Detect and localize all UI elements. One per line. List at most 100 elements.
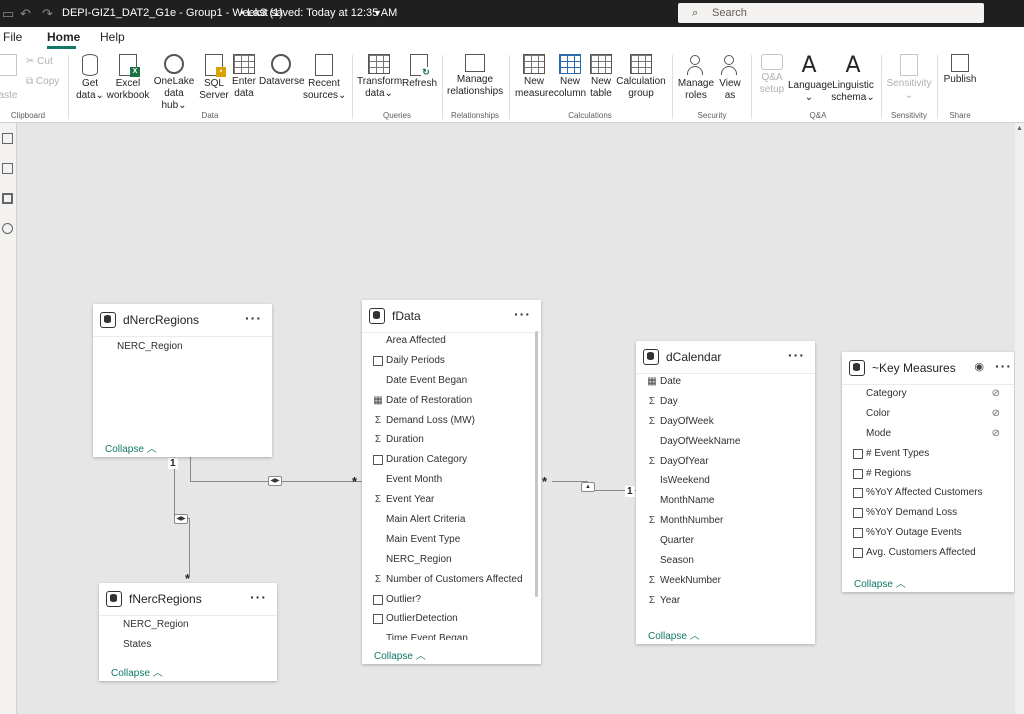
field-row[interactable]: ▦ Date	[636, 372, 815, 392]
field-row[interactable]: Σ Number of Customers Affected	[362, 570, 541, 590]
field-row[interactable]: Σ Demand Loss (MW)	[362, 411, 541, 431]
field-row[interactable]: Event Month	[362, 470, 541, 490]
dax-query-icon[interactable]	[2, 223, 13, 234]
scroll-up-icon[interactable]: ▲	[1016, 125, 1023, 132]
manage-roles-button[interactable]: Manage roles	[677, 54, 715, 102]
field-list-scrollbar[interactable]	[535, 331, 538, 597]
relationship-line[interactable]	[190, 457, 191, 482]
copy-button[interactable]: ⧉ Copy	[26, 76, 59, 88]
field-row[interactable]: Avg. Customers Affected	[842, 543, 1014, 563]
redo-icon[interactable]: ↷	[42, 0, 53, 27]
bidirectional-filter-icon[interactable]: ◀▶	[268, 476, 282, 486]
manage-relationships-button[interactable]: Manage relationships	[447, 54, 503, 98]
collapse-link[interactable]: Collapse ︿	[111, 664, 163, 679]
field-row[interactable]: Main Event Type	[362, 530, 541, 550]
get-data-button[interactable]: Get data⌄	[76, 54, 104, 102]
field-row[interactable]: %YoY Demand Loss	[842, 503, 1014, 523]
collapse-link[interactable]: Collapse ︿	[105, 440, 157, 455]
field-row[interactable]: States	[99, 635, 277, 655]
field-row[interactable]: MonthName	[636, 491, 815, 511]
recent-sources-button[interactable]: Recent sources⌄	[303, 54, 346, 102]
collapse-link[interactable]: Collapse ︿	[374, 647, 426, 662]
field-row[interactable]: Mode ⊘	[842, 424, 1014, 444]
onelake-button[interactable]: OneLake data hub⌄	[151, 54, 197, 112]
refresh-button[interactable]: ↻ Refresh	[402, 54, 437, 90]
field-row[interactable]: Σ Year	[636, 591, 815, 611]
field-row[interactable]: Duration Category	[362, 450, 541, 470]
table-header[interactable]: fData ···	[362, 300, 541, 333]
table-header[interactable]: dCalendar ···	[636, 341, 815, 374]
collapse-link[interactable]: Collapse ︿	[854, 575, 906, 590]
cut-button[interactable]: ✂ Cut	[26, 56, 53, 68]
menu-help[interactable]: Help	[100, 30, 125, 44]
field-row[interactable]: Quarter	[636, 531, 815, 551]
calculation-group-button[interactable]: Calculation group	[616, 54, 666, 100]
sql-server-button[interactable]: ▪ SQL Server	[199, 54, 229, 102]
model-canvas[interactable]: ◀▶ * 1 ◀▶ * * ▲ 1 dNercRegions ··· NERC_…	[17, 123, 1024, 714]
hidden-eye-icon[interactable]: ⊘	[992, 404, 1000, 424]
table-card-fdata[interactable]: fData ··· Area Affected Daily Periods Date…	[362, 300, 541, 664]
new-table-button[interactable]: New table	[588, 54, 614, 100]
field-row[interactable]: Season	[636, 551, 815, 571]
field-row[interactable]: Date Event Began	[362, 371, 541, 391]
field-row[interactable]: Color ⊘	[842, 404, 1014, 424]
field-row[interactable]: Σ WeekNumber	[636, 571, 815, 591]
menu-file[interactable]: File	[3, 30, 22, 44]
more-options-icon[interactable]: ···	[250, 589, 267, 605]
transform-data-button[interactable]: Transform data⌄	[357, 54, 402, 100]
table-card-dcalendar[interactable]: dCalendar ··· ▦ Date Σ Day Σ DayOfWeek DayOfWe…	[636, 341, 815, 644]
field-row[interactable]: # Regions	[842, 464, 1014, 484]
undo-icon[interactable]: ↶	[20, 0, 31, 27]
hidden-eye-icon[interactable]: ⊘	[992, 384, 1000, 404]
more-options-icon[interactable]: ···	[788, 347, 805, 363]
field-row[interactable]: NERC_Region	[362, 550, 541, 570]
field-row[interactable]: Σ Duration	[362, 430, 541, 450]
new-measure-button[interactable]: New measure	[515, 54, 554, 100]
report-view-icon[interactable]	[2, 133, 13, 144]
more-options-icon[interactable]: ···	[514, 306, 531, 322]
dataverse-button[interactable]: Dataverse	[259, 54, 305, 88]
field-row[interactable]: Σ Day	[636, 392, 815, 412]
field-row[interactable]: Σ DayOfWeek	[636, 412, 815, 432]
publish-button[interactable]: Publish	[942, 54, 978, 86]
field-row[interactable]: ▦ Date of Restoration	[362, 391, 541, 411]
bidirectional-filter-icon[interactable]: ◀▶	[174, 514, 188, 524]
language-button[interactable]: A Language ⌄	[788, 54, 833, 104]
field-row[interactable]: Outlier?	[362, 590, 541, 610]
sensitivity-button[interactable]: Sensitivity ⌄	[886, 54, 932, 102]
table-header[interactable]: fNercRegions ···	[99, 583, 277, 616]
table-card-dnercregions[interactable]: dNercRegions ··· NERC_Region Collapse ︿	[93, 304, 272, 457]
field-row[interactable]: Σ DayOfYear	[636, 452, 815, 472]
menu-home[interactable]: Home	[47, 30, 80, 44]
hidden-eye-icon[interactable]: ⊘	[992, 424, 1000, 444]
relationship-line[interactable]	[189, 518, 190, 575]
field-row[interactable]: Area Affected	[362, 331, 541, 351]
qa-setup-button[interactable]: Q&A setup	[757, 54, 787, 96]
field-row[interactable]: Σ MonthNumber	[636, 511, 815, 531]
table-card-key-measures[interactable]: ~Key Measures ◉ ··· Category ⊘ Color ⊘ Mode ⊘…	[842, 352, 1014, 592]
field-row[interactable]: Σ Event Year	[362, 490, 541, 510]
collapse-link[interactable]: Collapse ︿	[648, 627, 700, 642]
search-box[interactable]: ⌕ Search	[678, 3, 984, 23]
single-filter-direction-icon[interactable]: ▲	[581, 482, 595, 492]
new-column-button[interactable]: New column	[553, 54, 587, 100]
canvas-vertical-scrollbar[interactable]: ▲	[1015, 123, 1024, 714]
field-row[interactable]: %YoY Affected Customers	[842, 483, 1014, 503]
field-row[interactable]: NERC_Region	[93, 337, 272, 357]
more-options-icon[interactable]: ···	[995, 358, 1012, 374]
linguistic-schema-button[interactable]: A Linguistic schema⌄	[831, 54, 875, 104]
table-view-icon[interactable]	[2, 163, 13, 174]
field-row[interactable]: OutlierDetection	[362, 609, 541, 629]
field-row[interactable]: Daily Periods	[362, 351, 541, 371]
save-icon[interactable]: ▭	[2, 0, 14, 27]
excel-workbook-button[interactable]: X Excel workbook	[106, 54, 150, 102]
field-row[interactable]: Time Event Began	[362, 629, 541, 640]
paste-button[interactable]: aste	[0, 54, 20, 102]
table-card-fnercregions[interactable]: fNercRegions ··· NERC_Region States Colla…	[99, 583, 277, 681]
model-view-icon[interactable]	[2, 193, 13, 204]
table-header[interactable]: ~Key Measures ◉ ···	[842, 352, 1014, 385]
chevron-down-icon[interactable]: ▼	[373, 0, 382, 27]
field-row[interactable]: Category ⊘	[842, 384, 1014, 404]
table-header[interactable]: dNercRegions ···	[93, 304, 272, 337]
field-row[interactable]: DayOfWeekName	[636, 432, 815, 452]
